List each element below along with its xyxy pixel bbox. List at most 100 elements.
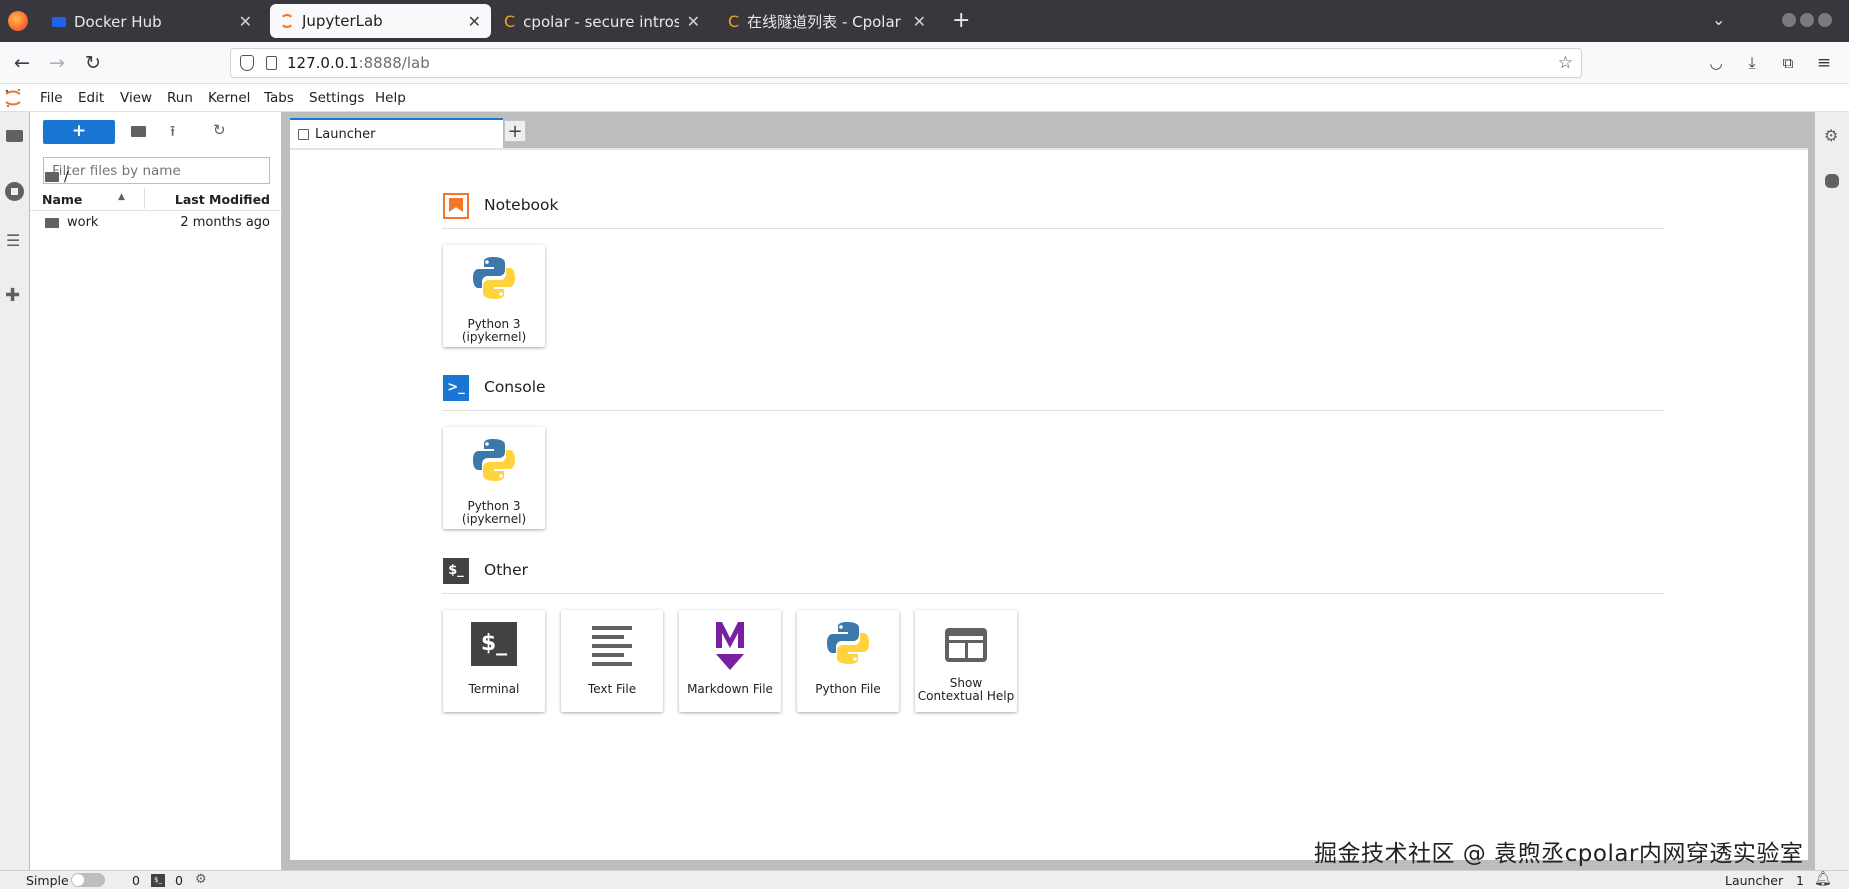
minimize-icon[interactable] [1782,13,1796,27]
tab-title: Docker Hub [74,12,162,31]
terminal-status-icon: $_ [151,874,165,887]
url-bar[interactable]: 127.0.0.1:8888/lab ☆ [230,48,1582,78]
menu-run[interactable]: Run [167,90,193,106]
refresh-icon[interactable]: ↻ [213,121,226,139]
reload-icon[interactable]: ↻ [80,50,106,76]
jupyter-menu-bar: File Edit View Run Kernel Tabs Settings … [0,84,1849,112]
file-browser-panel: + ⭱ ↻ / Name ▲ Last Modified work 2 mont… [30,112,282,870]
card-label: Python 3 (ipykernel) [461,317,527,344]
new-launcher-button[interactable]: + [43,120,115,144]
terminal-section-icon: $_ [443,558,469,584]
close-tab-icon[interactable]: ✕ [468,12,481,31]
add-launcher-button[interactable]: + [504,120,526,142]
right-sidebar-tabs: ⚙ [1814,112,1849,870]
menu-help[interactable]: Help [375,90,406,106]
menu-tabs[interactable]: Tabs [264,90,294,106]
column-name-header[interactable]: Name [42,192,82,207]
close-window-icon[interactable] [1818,13,1832,27]
folder-icon [45,218,59,228]
new-folder-icon[interactable] [131,126,146,137]
menu-edit[interactable]: Edit [78,90,104,106]
card-label: Text File [587,682,637,696]
watermark: 掘金技术社区 @ 袁煦丞cpolar内网穿透实验室 [1314,841,1804,867]
notebook-python3-card[interactable]: Python 3 (ipykernel) [443,245,545,347]
terminal-icon: $_ [471,622,517,666]
extension-manager-puzzle-icon[interactable]: ✚ [5,285,20,306]
file-list-item[interactable]: work 2 months ago [30,212,282,234]
text-file-icon [592,626,632,666]
running-kernels-icon[interactable] [5,182,24,201]
menu-kernel[interactable]: Kernel [208,90,250,106]
downloads-icon[interactable]: ⤓ [1739,50,1765,76]
notification-bell-icon[interactable]: 🔔︎ [1814,871,1832,887]
python-logo-icon [473,257,515,299]
list-all-tabs-icon[interactable]: ⌄ [1712,10,1725,29]
markdown-file-card[interactable]: Markdown File [679,610,781,712]
menu-settings[interactable]: Settings [309,90,364,106]
hamburger-menu-icon[interactable]: ≡ [1811,50,1837,76]
section-divider [442,410,1664,411]
tab-title: 在线隧道列表 - Cpolar [747,13,901,31]
cpolar-icon: C [504,12,516,31]
maximize-icon[interactable] [1800,13,1814,27]
browser-tab-bar: Docker Hub ✕ JupyterLab ✕ C cpolar - sec… [0,0,1849,42]
terminal-count[interactable]: 0 [175,873,183,888]
text-file-card[interactable]: Text File [561,610,663,712]
new-tab-button[interactable]: + [952,8,970,33]
python-file-card[interactable]: Python File [797,610,899,712]
browser-tab-jupyterlab[interactable]: JupyterLab ✕ [270,4,491,38]
simple-mode-label: Simple [26,873,69,888]
pocket-icon[interactable]: ◡ [1703,50,1729,76]
property-inspector-gears-icon[interactable]: ⚙ [1824,126,1838,145]
page-icon [266,56,277,70]
close-tab-icon[interactable]: ✕ [913,12,926,31]
tab-label: Launcher [315,126,376,142]
forward-icon[interactable]: → [44,50,70,76]
menu-file[interactable]: File [40,90,63,106]
browser-tab-docker-hub[interactable]: Docker Hub ✕ [42,5,262,38]
launcher-panel: Notebook Python 3 (ipykernel) >_ Console… [290,148,1808,860]
file-browser-folder-icon[interactable] [6,130,23,142]
filter-files-input[interactable] [43,157,270,184]
kernel-count[interactable]: 0 [132,873,140,888]
notification-count: 1 [1796,873,1804,888]
firefox-menu-icon[interactable] [8,11,28,31]
menu-view[interactable]: View [120,90,152,106]
browser-tab-cpolar-tunnels[interactable]: C 在线隧道列表 - Cpolar ✕ [718,5,936,38]
card-label: Python File [815,682,881,696]
bookmark-star-icon[interactable]: ☆ [1558,53,1573,73]
tab-launcher[interactable]: Launcher [290,118,503,148]
close-tab-icon[interactable]: ✕ [687,12,700,31]
breadcrumb[interactable]: / [45,168,69,186]
section-divider [442,593,1664,594]
terminal-card[interactable]: $_ Terminal [443,610,545,712]
close-tab-icon[interactable]: ✕ [239,12,252,31]
extensions-icon[interactable]: ⧉ [1775,50,1801,76]
column-last-modified-header[interactable]: Last Modified [175,192,270,207]
contextual-help-card[interactable]: Show Contextual Help [915,610,1017,712]
notebook-icon [443,193,469,219]
file-modified: 2 months ago [180,215,270,230]
back-icon[interactable]: ← [9,50,35,76]
shield-icon [240,55,254,71]
simple-mode-toggle[interactable] [71,873,105,887]
settings-status-icon[interactable]: ⚙ [195,872,207,887]
section-divider [442,228,1664,229]
card-label: Terminal [468,682,520,696]
markdown-icon [716,622,744,670]
browser-tab-cpolar[interactable]: C cpolar - secure introspect ✕ [494,5,710,38]
console-icon: >_ [443,375,469,401]
section-title-console: Console [484,378,546,396]
console-python3-card[interactable]: Python 3 (ipykernel) [443,427,545,529]
card-label: Markdown File [687,682,773,696]
breadcrumb-root: / [64,169,69,185]
status-bar: Simple 0 $_ 0 ⚙ Launcher 1 🔔︎ [0,870,1849,889]
card-label: Show Contextual Help [917,676,1015,703]
debugger-bug-icon[interactable] [1825,174,1839,188]
table-of-contents-icon[interactable]: ☰ [6,233,20,249]
card-label: Python 3 (ipykernel) [461,499,527,526]
column-divider [144,188,145,209]
python-logo-icon [827,622,869,664]
upload-icon[interactable]: ⭱ [170,121,175,146]
url-path: :8888/lab [358,54,430,72]
